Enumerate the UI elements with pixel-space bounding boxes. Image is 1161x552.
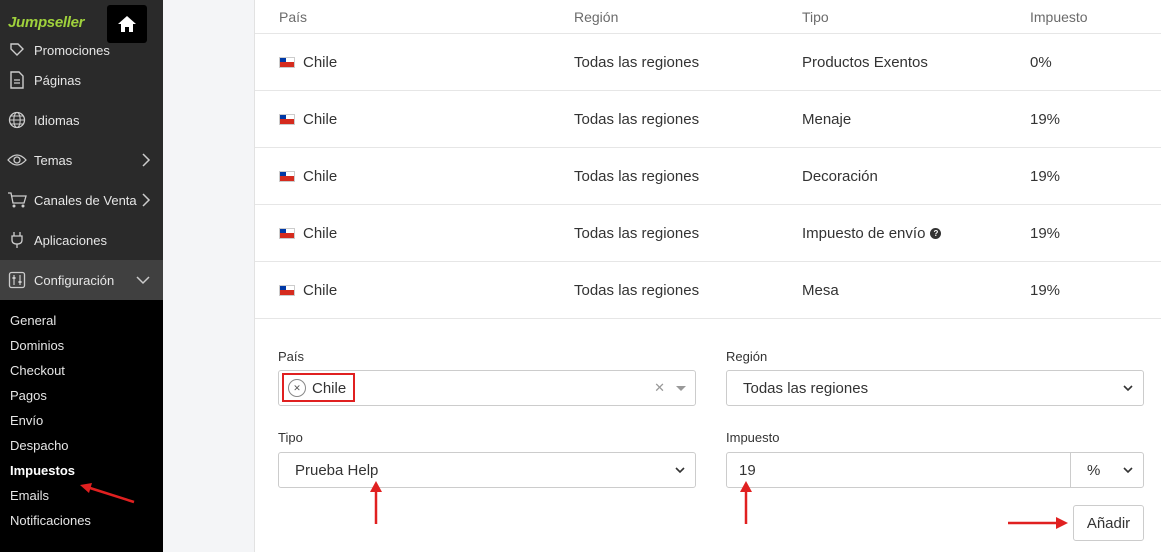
tag-icon <box>6 40 28 60</box>
caret-down-icon[interactable] <box>676 386 686 391</box>
chevron-down-icon <box>675 467 685 474</box>
header-impuesto: Impuesto <box>1030 8 1088 25</box>
unit-select[interactable]: % <box>1070 452 1144 488</box>
unit-selected-value: % <box>1087 461 1101 479</box>
header-pais: País <box>279 8 308 25</box>
annotation-highlight-box <box>282 373 355 402</box>
sidebar-item-paginas[interactable]: Páginas <box>0 60 163 100</box>
home-icon <box>118 16 136 32</box>
row-impuesto: 19% <box>1030 224 1061 242</box>
row-impuesto: 0% <box>1030 53 1052 71</box>
table-row[interactable]: Chile Todas las regiones Productos Exent… <box>255 34 1161 91</box>
header-region: Región <box>574 8 619 25</box>
submenu-item-impuestos[interactable]: Impuestos <box>0 458 163 483</box>
sidebar-item-aplicaciones[interactable]: Aplicaciones <box>0 220 163 260</box>
region-label: Región <box>726 349 768 364</box>
region-selected-value: Todas las regiones <box>743 379 869 397</box>
row-pais: Chile <box>303 224 338 242</box>
row-pais: Chile <box>303 167 338 185</box>
header-tipo: Tipo <box>802 8 829 25</box>
impuesto-input[interactable]: 19 <box>726 452 1071 488</box>
home-button[interactable] <box>107 5 147 43</box>
row-tipo: Decoración <box>802 167 878 185</box>
eye-icon <box>6 149 28 171</box>
add-tax-form: País ✕ Chile ✕ Región Todas las regiones… <box>255 320 1161 552</box>
tipo-label: Tipo <box>278 430 303 445</box>
tipo-selected-value: Prueba Help <box>295 461 379 479</box>
impuesto-value: 19 <box>739 461 756 479</box>
submenu-item-notificaciones[interactable]: Notificaciones <box>0 508 163 533</box>
impuesto-label: Impuesto <box>726 430 780 445</box>
chile-flag-icon <box>279 56 295 68</box>
clear-icon[interactable]: ✕ <box>654 380 665 396</box>
row-region: Todas las regiones <box>574 167 700 185</box>
chile-flag-icon <box>279 227 295 239</box>
chile-flag-icon <box>279 113 295 125</box>
row-tipo: Impuesto de envío <box>802 224 926 242</box>
chevron-right-icon <box>142 193 151 207</box>
table-row[interactable]: Chile Todas las regiones Impuesto de env… <box>255 205 1161 262</box>
tipo-select[interactable]: Prueba Help <box>278 452 696 488</box>
submenu-item-pagos[interactable]: Pagos <box>0 383 163 408</box>
submenu-item-despacho[interactable]: Despacho <box>0 433 163 458</box>
sidebar-item-label: Aplicaciones <box>34 232 107 248</box>
cart-icon <box>6 189 28 211</box>
sidebar-item-label: Páginas <box>34 72 81 88</box>
sidebar-item-promociones[interactable]: Promociones <box>0 40 163 60</box>
chile-flag-icon <box>279 170 295 182</box>
submenu-item-dominios[interactable]: Dominios <box>0 333 163 358</box>
plug-icon <box>6 229 28 251</box>
row-pais: Chile <box>303 110 338 128</box>
row-region: Todas las regiones <box>574 224 700 242</box>
chile-flag-icon <box>279 284 295 296</box>
configuracion-submenu: General Dominios Checkout Pagos Envío De… <box>0 300 163 552</box>
add-button[interactable]: Añadir <box>1073 505 1144 541</box>
page-icon <box>6 69 28 91</box>
table-row[interactable]: Chile Todas las regiones Mesa 19% <box>255 262 1161 319</box>
row-pais: Chile <box>303 53 338 71</box>
pais-select[interactable]: ✕ Chile ✕ <box>278 370 696 406</box>
sidebar: Jumpseller Promociones Páginas Idiomas T… <box>0 0 163 552</box>
settings-icon <box>6 269 28 291</box>
pais-label: País <box>278 349 305 364</box>
sidebar-item-label: Temas <box>34 152 73 168</box>
jumpseller-logo[interactable]: Jumpseller <box>8 14 85 31</box>
row-tipo: Productos Exentos <box>802 53 928 71</box>
sidebar-item-label: Canales de Venta <box>34 192 137 208</box>
sidebar-item-label: Promociones <box>34 42 110 58</box>
submenu-item-checkout[interactable]: Checkout <box>0 358 163 383</box>
sidebar-item-idiomas[interactable]: Idiomas <box>0 100 163 140</box>
submenu-item-envio[interactable]: Envío <box>0 408 163 433</box>
submenu-item-emails[interactable]: Emails <box>0 483 163 508</box>
row-impuesto: 19% <box>1030 110 1061 128</box>
chevron-right-icon <box>142 153 151 167</box>
row-impuesto: 19% <box>1030 167 1061 185</box>
table-row[interactable]: Chile Todas las regiones Menaje 19% <box>255 91 1161 148</box>
sidebar-item-temas[interactable]: Temas <box>0 140 163 180</box>
row-tipo: Menaje <box>802 110 852 128</box>
submenu-item-general[interactable]: General <box>0 308 163 333</box>
sidebar-item-label: Configuración <box>34 272 115 288</box>
sidebar-item-canales-de-venta[interactable]: Canales de Venta <box>0 180 163 220</box>
table-header: País Región Tipo Impuesto <box>255 0 1161 34</box>
globe-icon <box>6 109 28 131</box>
chevron-down-icon <box>1123 467 1133 474</box>
sidebar-item-label: Idiomas <box>34 112 80 128</box>
row-region: Todas las regiones <box>574 281 700 299</box>
row-tipo: Mesa <box>802 281 839 299</box>
table-row[interactable]: Chile Todas las regiones Decoración 19% <box>255 148 1161 205</box>
sidebar-item-configuracion[interactable]: Configuración <box>0 260 163 300</box>
taxes-panel: País Región Tipo Impuesto Chile Todas la… <box>254 0 1161 552</box>
chevron-down-icon <box>1123 385 1133 392</box>
chevron-down-icon <box>136 276 150 285</box>
region-select[interactable]: Todas las regiones <box>726 370 1144 406</box>
help-icon[interactable]: ? <box>930 227 942 239</box>
row-pais: Chile <box>303 281 338 299</box>
row-region: Todas las regiones <box>574 110 700 128</box>
row-impuesto: 19% <box>1030 281 1061 299</box>
row-region: Todas las regiones <box>574 53 700 71</box>
